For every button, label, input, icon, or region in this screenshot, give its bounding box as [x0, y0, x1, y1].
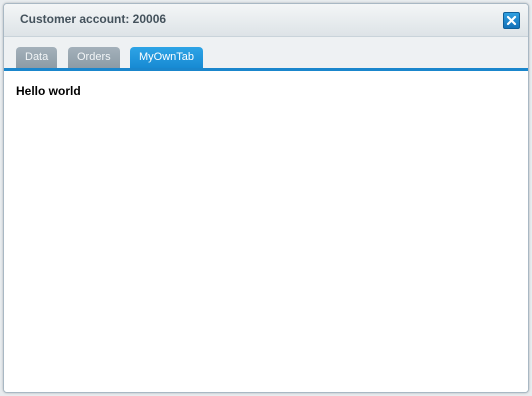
content-text: Hello world	[16, 84, 81, 98]
close-button[interactable]	[503, 12, 520, 29]
customer-account-window: Customer account: 20006 Data Orders MyOw…	[3, 3, 529, 393]
close-icon	[506, 15, 517, 26]
window-title: Customer account: 20006	[20, 12, 167, 26]
tab-bar: Data Orders MyOwnTab	[4, 37, 528, 68]
tab-orders[interactable]: Orders	[68, 47, 120, 68]
tab-data[interactable]: Data	[16, 47, 58, 68]
tab-content-panel: Hello world	[4, 71, 528, 392]
tab-myowntab[interactable]: MyOwnTab	[130, 47, 204, 68]
window-titlebar[interactable]: Customer account: 20006	[4, 4, 528, 37]
